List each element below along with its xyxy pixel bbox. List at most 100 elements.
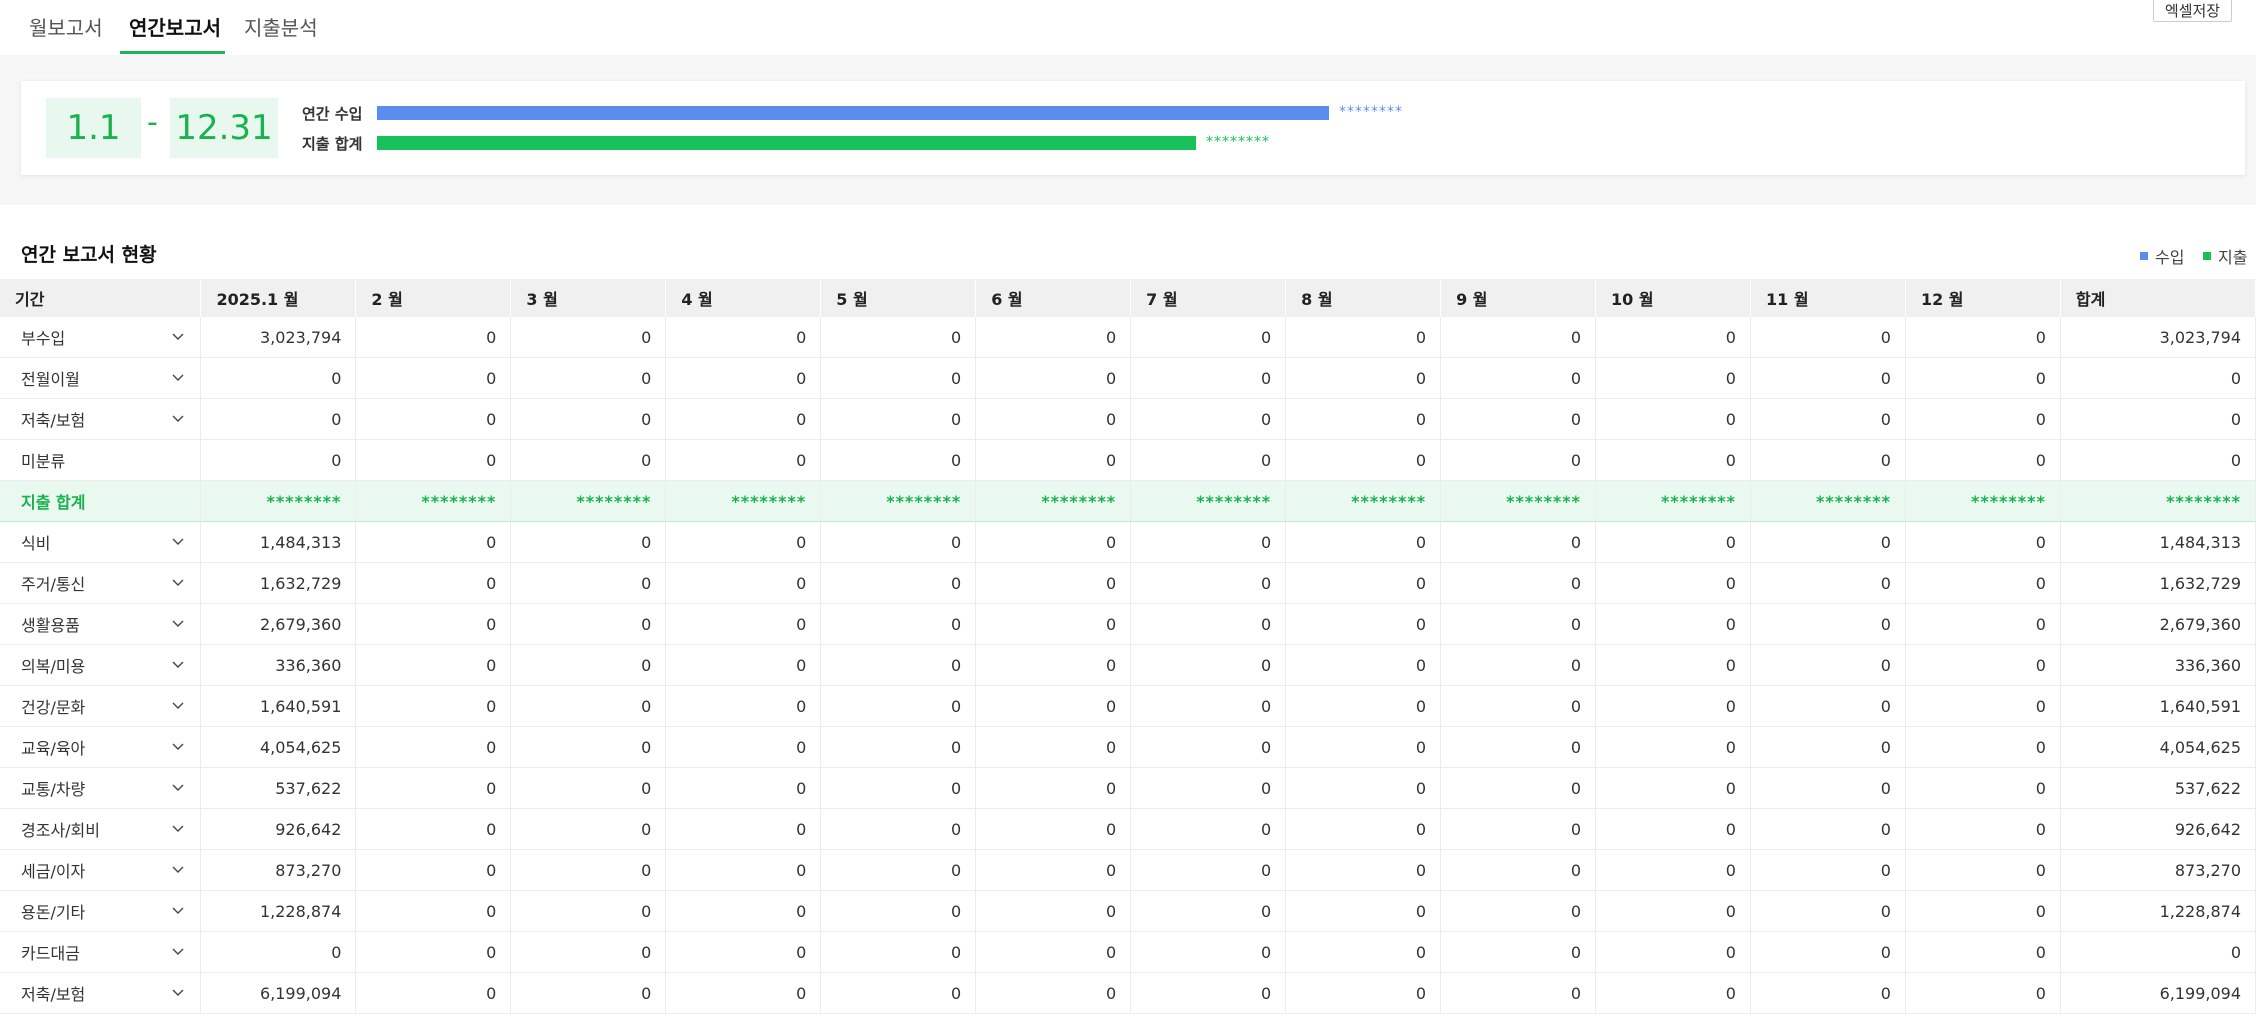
chevron-down-icon[interactable] xyxy=(172,535,184,547)
row-label-cell[interactable]: 의복/미용 xyxy=(0,644,202,686)
month-value-cell: 0 xyxy=(510,726,667,768)
chevron-down-icon[interactable] xyxy=(172,945,184,957)
month-value-cell: 4,054,625 xyxy=(200,726,357,768)
month-value-cell: 1,228,874 xyxy=(200,890,357,932)
month-value-cell: 0 xyxy=(665,890,822,932)
tab-expense-analysis[interactable]: 지출분석 xyxy=(244,12,318,41)
row-total-cell: ******** xyxy=(2060,480,2256,522)
table-row[interactable]: 경조사/회비 926,642 0 0 0 0 0 0 0 0 0 0 0 926,642 xyxy=(0,808,2256,850)
end-date[interactable]: 12.31 xyxy=(170,98,278,158)
month-value-cell: 0 xyxy=(355,562,512,604)
row-label-cell[interactable]: 건강/문화 xyxy=(0,685,202,727)
legend-income-swatch xyxy=(2140,252,2148,260)
month-value-cell: 0 xyxy=(1595,685,1751,727)
row-label-cell[interactable]: 부수입 xyxy=(0,317,202,358)
row-label: 교통/차량 xyxy=(21,780,86,799)
table-row[interactable]: 카드대금 0 0 0 0 0 0 0 0 0 0 0 0 0 xyxy=(0,931,2256,973)
row-label: 지출 합계 xyxy=(21,493,86,512)
row-total-cell: 3,023,794 xyxy=(2060,317,2256,358)
month-value-cell: 0 xyxy=(1905,603,2061,645)
month-value-cell: 0 xyxy=(1130,808,1287,850)
month-value-cell: ******** xyxy=(1285,480,1442,522)
chevron-down-icon[interactable] xyxy=(172,412,184,424)
month-value-cell: 0 xyxy=(1130,890,1287,932)
month-value-cell: 0 xyxy=(1130,562,1287,604)
row-label-cell[interactable]: 세금/이자 xyxy=(0,849,202,891)
table-row[interactable]: 의복/미용 336,360 0 0 0 0 0 0 0 0 0 0 0 336,360 xyxy=(0,644,2256,686)
month-value-cell: 0 xyxy=(1750,890,1906,932)
table-row[interactable]: 교통/차량 537,622 0 0 0 0 0 0 0 0 0 0 0 537,622 xyxy=(0,767,2256,809)
table-row[interactable]: 교육/육아 4,054,625 0 0 0 0 0 0 0 0 0 0 0 4,054,625 xyxy=(0,726,2256,768)
chevron-down-icon[interactable] xyxy=(172,781,184,793)
month-value-cell: 0 xyxy=(1595,644,1751,686)
month-value-cell: 0 xyxy=(665,726,822,768)
month-value-cell: 0 xyxy=(355,890,512,932)
expense-value: ******** xyxy=(1206,134,1270,150)
chevron-down-icon[interactable] xyxy=(172,863,184,875)
summary-card: 1.1 - 12.31 연간 수입 ******** 지출 합계 *******… xyxy=(21,81,2245,175)
chevron-down-icon[interactable] xyxy=(172,576,184,588)
column-header-month: 4 월 xyxy=(665,279,822,317)
chevron-down-icon[interactable] xyxy=(172,986,184,998)
month-value-cell: 0 xyxy=(1285,439,1442,481)
month-value-cell: 2,679,360 xyxy=(200,603,357,645)
table-row[interactable]: 주거/통신 1,632,729 0 0 0 0 0 0 0 0 0 0 0 1,632,729 xyxy=(0,562,2256,604)
table-row[interactable]: 세금/이자 873,270 0 0 0 0 0 0 0 0 0 0 0 873,270 xyxy=(0,849,2256,891)
month-value-cell: 0 xyxy=(820,562,977,604)
row-label-cell[interactable]: 교육/육아 xyxy=(0,726,202,768)
month-value-cell: 0 xyxy=(355,603,512,645)
table-row[interactable]: 식비 1,484,313 0 0 0 0 0 0 0 0 0 0 0 1,484,313 xyxy=(0,521,2256,563)
row-label-cell[interactable]: 교통/차량 xyxy=(0,767,202,809)
section-title: 연간 보고서 현황 xyxy=(21,244,157,266)
table-row[interactable]: 저축/보험 6,199,094 0 0 0 0 0 0 0 0 0 0 0 6,199,094 xyxy=(0,972,2256,1014)
month-value-cell: 0 xyxy=(1595,357,1751,399)
table-row[interactable]: 용돈/기타 1,228,874 0 0 0 0 0 0 0 0 0 0 0 1,228,874 xyxy=(0,890,2256,932)
row-label-cell[interactable]: 용돈/기타 xyxy=(0,890,202,932)
month-value-cell: 0 xyxy=(665,357,822,399)
month-value-cell: 0 xyxy=(1905,317,2061,358)
table-row[interactable]: 저축/보험 0 0 0 0 0 0 0 0 0 0 0 0 0 xyxy=(0,398,2256,440)
expense-total-row: 지출 합계 ******** ******** ******** ******** ***… xyxy=(0,480,2256,522)
excel-save-button[interactable]: 엑셀저장 xyxy=(2153,0,2232,22)
tab-annual-report[interactable]: 연간보고서 xyxy=(129,12,221,41)
income-bar xyxy=(377,106,1329,120)
chevron-down-icon[interactable] xyxy=(172,617,184,629)
table-row[interactable]: 부수입 3,023,794 0 0 0 0 0 0 0 0 0 0 0 3,023,794 xyxy=(0,317,2256,358)
month-value-cell: ******** xyxy=(1595,480,1751,522)
row-label-cell[interactable]: 생활용품 xyxy=(0,603,202,645)
row-label-cell[interactable]: 경조사/회비 xyxy=(0,808,202,850)
month-value-cell: 0 xyxy=(510,767,667,809)
month-value-cell: 0 xyxy=(510,890,667,932)
report-tabs: 월보고서 연간보고서 지출분석 엑셀저장 xyxy=(0,0,2256,55)
chevron-down-icon[interactable] xyxy=(172,822,184,834)
row-label-cell[interactable]: 주거/통신 xyxy=(0,562,202,604)
month-value-cell: 0 xyxy=(1750,808,1906,850)
start-date[interactable]: 1.1 xyxy=(46,98,141,158)
chevron-down-icon[interactable] xyxy=(172,699,184,711)
month-value-cell: 0 xyxy=(1595,808,1751,850)
month-value-cell: 336,360 xyxy=(200,644,357,686)
chevron-down-icon[interactable] xyxy=(172,740,184,752)
table-row[interactable]: 건강/문화 1,640,591 0 0 0 0 0 0 0 0 0 0 0 1,640,591 xyxy=(0,685,2256,727)
column-header-month: 11 월 xyxy=(1750,279,1906,317)
row-label-cell[interactable]: 식비 xyxy=(0,521,202,563)
month-value-cell: 0 xyxy=(355,849,512,891)
row-total-cell: 0 xyxy=(2060,357,2256,399)
row-label-cell[interactable]: 저축/보험 xyxy=(0,972,202,1014)
chevron-down-icon[interactable] xyxy=(172,658,184,670)
month-value-cell: 0 xyxy=(1905,849,2061,891)
legend-expense-label: 지출 xyxy=(2218,248,2248,267)
table-row[interactable]: 생활용품 2,679,360 0 0 0 0 0 0 0 0 0 0 0 2,679,360 xyxy=(0,603,2256,645)
table-row[interactable]: 전월이월 0 0 0 0 0 0 0 0 0 0 0 0 0 xyxy=(0,357,2256,399)
tab-monthly-report[interactable]: 월보고서 xyxy=(29,12,103,41)
row-label-cell[interactable]: 저축/보험 xyxy=(0,398,202,440)
chevron-down-icon[interactable] xyxy=(172,330,184,342)
month-value-cell: 0 xyxy=(1130,398,1287,440)
row-total-cell: 0 xyxy=(2060,439,2256,481)
chevron-down-icon[interactable] xyxy=(172,371,184,383)
month-value-cell: 0 xyxy=(975,439,1132,481)
row-label-cell[interactable]: 카드대금 xyxy=(0,931,202,973)
month-value-cell: 0 xyxy=(1750,439,1906,481)
chevron-down-icon[interactable] xyxy=(172,904,184,916)
row-label-cell[interactable]: 전월이월 xyxy=(0,357,202,399)
